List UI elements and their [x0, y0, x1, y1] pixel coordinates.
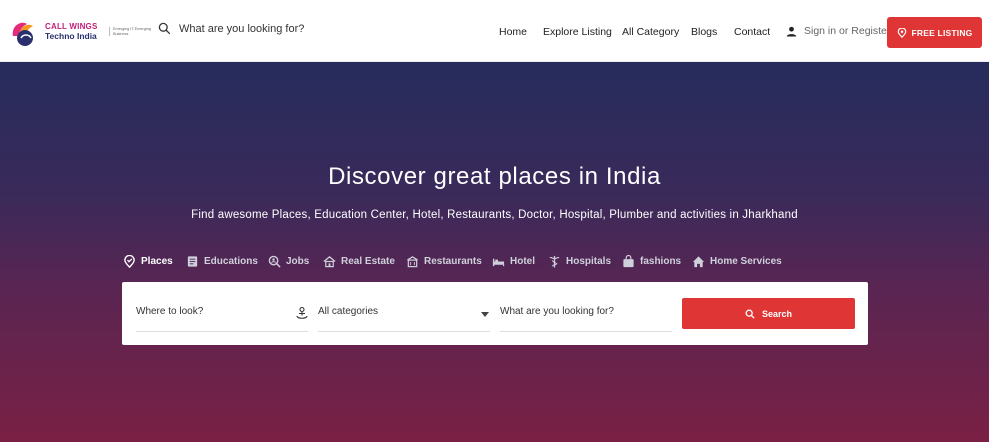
site-logo[interactable]: CALL WINGS Techno India Emerging IT Emer… [9, 14, 151, 50]
keyword-input[interactable]: What are you looking for? [500, 298, 672, 332]
search-person-icon [268, 255, 281, 268]
category-tab-real-estate[interactable]: Real Estate [323, 255, 395, 268]
category-label: Real Estate [341, 256, 395, 267]
bed-icon [492, 258, 505, 267]
home-icon [692, 256, 705, 268]
free-listing-button[interactable]: FREE LISTING [887, 17, 982, 48]
location-placeholder: Where to look? [136, 306, 204, 317]
category-label: Hotel [510, 256, 535, 267]
site-header: CALL WINGS Techno India Emerging IT Emer… [0, 0, 989, 62]
hero-title: Discover great places in India [328, 163, 661, 190]
category-tab-jobs[interactable]: Jobs [268, 255, 309, 268]
category-tab-educations[interactable]: Educations [186, 255, 258, 268]
nav-blogs[interactable]: Blogs [691, 26, 717, 38]
free-listing-label: FREE LISTING [911, 27, 973, 38]
map-pin-icon [897, 27, 906, 38]
search-button[interactable]: Search [682, 298, 855, 329]
category-tab-hospitals[interactable]: Hospitals [548, 255, 611, 268]
shopping-bag-icon [623, 255, 634, 268]
category-select-value: All categories [318, 306, 379, 317]
book-icon [187, 256, 198, 267]
search-panel: Where to look? All categories What are y… [122, 282, 868, 345]
location-field[interactable]: Where to look? [136, 298, 308, 332]
category-tab-home-services[interactable]: Home Services [692, 255, 782, 268]
nav-home[interactable]: Home [499, 26, 527, 38]
category-select[interactable]: All categories [318, 298, 490, 332]
category-label: Home Services [710, 256, 782, 267]
logo-name-line2: Techno India [45, 30, 97, 41]
location-target-icon[interactable] [296, 306, 308, 320]
category-label: Hospitals [566, 256, 612, 267]
wings-logo-icon [9, 16, 43, 48]
category-label: fashions [640, 256, 682, 267]
hero-section: Discover great places in India Find awes… [0, 62, 989, 442]
signin-link[interactable]: Sign in or Register [786, 25, 890, 37]
category-label: Jobs [286, 256, 310, 267]
category-tab-hotel[interactable]: Hotel [492, 255, 535, 268]
nav-contact[interactable]: Contact [734, 26, 770, 38]
category-label: Educations [204, 256, 258, 267]
header-search-placeholder: What are you looking for? [179, 22, 305, 35]
logo-tagline: Emerging IT Emerging Business [109, 27, 155, 37]
chevron-down-icon [481, 312, 489, 317]
nav-all-category[interactable]: All Category [622, 26, 679, 38]
house-icon [323, 255, 336, 268]
search-button-label: Search [761, 308, 793, 319]
search-icon [745, 309, 755, 319]
category-tab-restaurants[interactable]: Restaurants [406, 255, 482, 268]
search-icon [158, 22, 171, 35]
user-icon [786, 26, 797, 37]
category-label: Places [141, 256, 173, 267]
nav-explore-listing[interactable]: Explore Listing [543, 26, 612, 38]
restaurant-icon [407, 256, 418, 268]
map-pin-icon [124, 255, 135, 268]
hero-subtitle: Find awesome Places, Education Center, H… [191, 209, 798, 221]
header-search[interactable]: What are you looking for? [158, 22, 304, 35]
caduceus-icon [549, 255, 560, 268]
category-tab-fashions[interactable]: fashions [622, 255, 681, 268]
signin-label: Sign in or Register [804, 25, 891, 37]
category-tab-places[interactable]: Places [123, 255, 173, 268]
keyword-placeholder: What are you looking for? [500, 306, 614, 317]
category-label: Restaurants [424, 256, 482, 267]
